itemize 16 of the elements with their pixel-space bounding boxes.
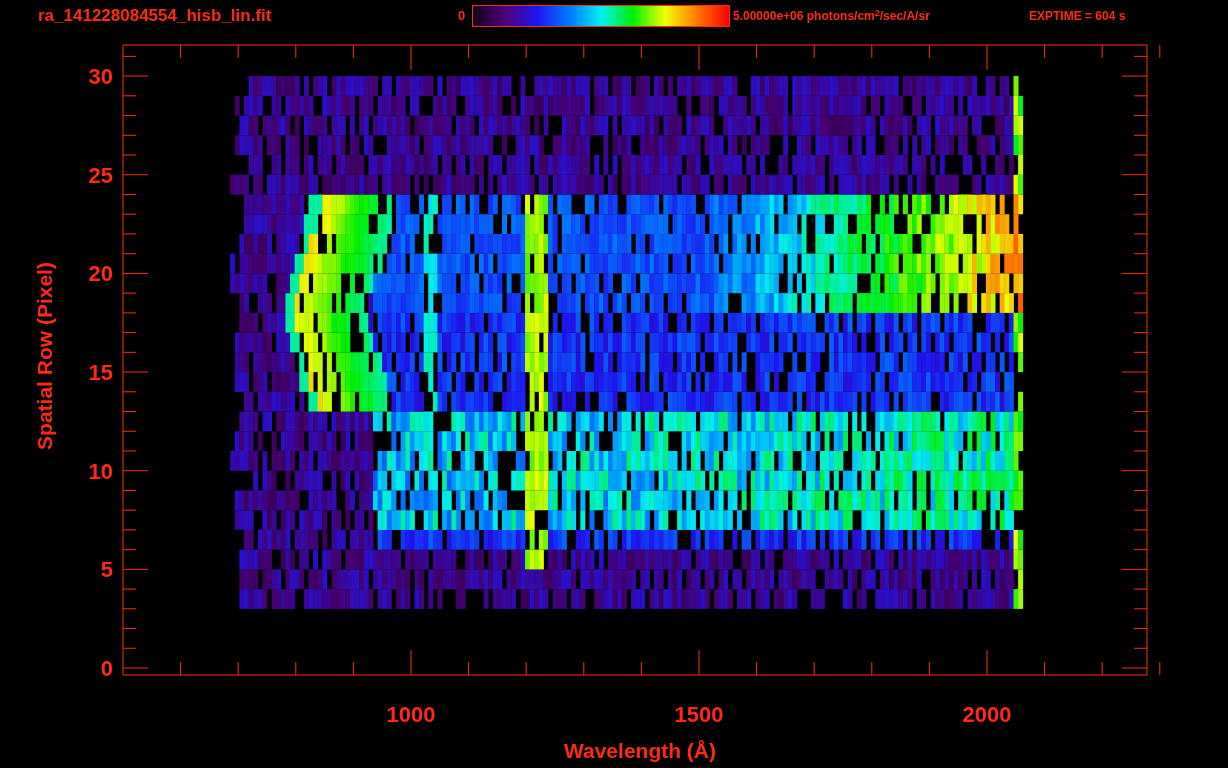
y-tick-label: 20 [88, 261, 113, 287]
y-axis-label: Spatial Row (Pixel) [33, 262, 56, 450]
y-tick-label: 30 [88, 64, 113, 90]
y-tick-label: 5 [100, 557, 113, 583]
exposure-time: EXPTIME = 604 s [1029, 8, 1126, 25]
x-axis-label: Wavelength (Å) [563, 739, 717, 762]
file-title: ra_141228084554_hisb_lin.fit [38, 5, 273, 28]
y-tick-label: 10 [88, 458, 113, 484]
y-tick-label: 15 [88, 360, 113, 386]
x-tick-label: 2000 [962, 702, 1012, 727]
x-tick-label: 1000 [386, 702, 436, 727]
x-tick-label: 1500 [674, 702, 724, 727]
y-tick-label: 25 [88, 162, 113, 188]
y-tick-label: 0 [100, 656, 113, 681]
colorbar-max-label: 5.00000e+06 photons/cm$^{2}$/sec/A/sr [733, 7, 931, 25]
colorbar-min-label: 0 [458, 7, 467, 26]
